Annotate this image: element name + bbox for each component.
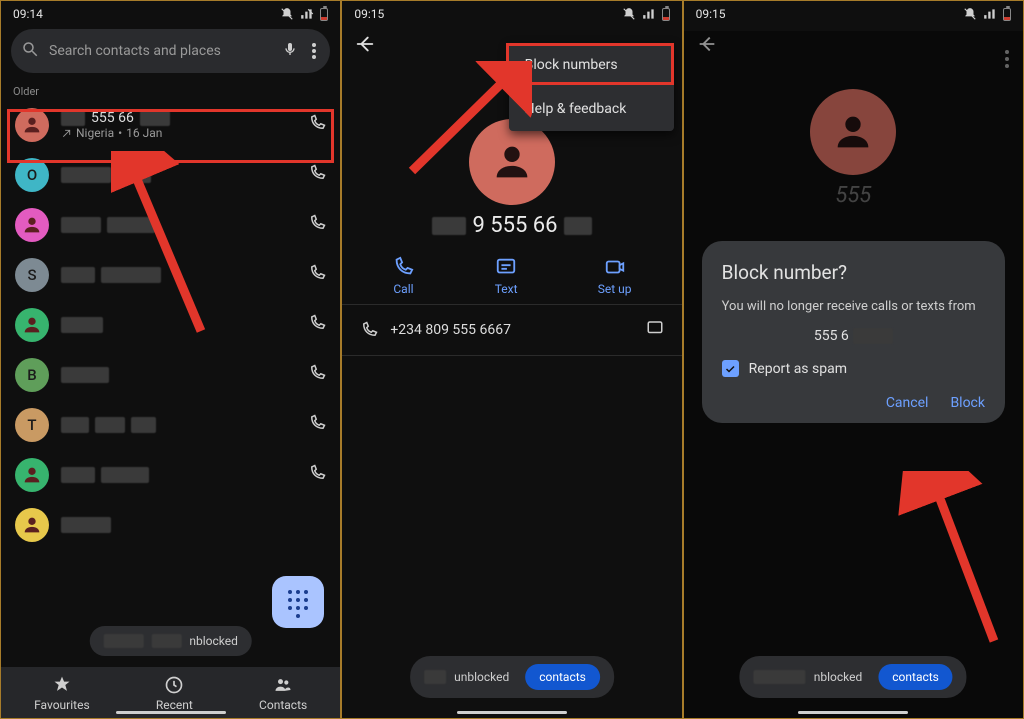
outgoing-arrow-icon (61, 128, 72, 139)
status-bar: 09:15 (342, 1, 681, 23)
dnd-off-icon (280, 7, 294, 21)
dialog-body: You will no longer receive calls or text… (722, 298, 985, 316)
call-row[interactable]: x x (1, 450, 340, 500)
unblocked-toast: xnblocked contacts (740, 656, 967, 698)
unblocked-toast: xxnblocked (89, 626, 252, 656)
call-number: 555 66 (91, 110, 134, 126)
call-row[interactable]: B x (1, 350, 340, 400)
menu-help-feedback[interactable]: Help & feedback (509, 87, 674, 131)
avatar-letter: T (15, 408, 49, 442)
call-row[interactable]: x (1, 500, 340, 542)
call-button-icon[interactable] (308, 164, 326, 186)
battery-icon (1003, 8, 1011, 21)
dialog-title: Block number? (722, 261, 985, 284)
call-button-icon[interactable] (308, 364, 326, 386)
dialog-cancel[interactable]: Cancel (886, 395, 929, 411)
toast-contacts-btn[interactable]: contacts (525, 664, 600, 690)
status-bar: 09:15 (684, 1, 1023, 23)
avatar-letter: S (15, 258, 49, 292)
location: Nigeria (76, 126, 114, 140)
search-icon (21, 40, 39, 62)
block-dialog: Block number? You will no longer receive… (702, 241, 1005, 423)
report-spam-checkbox[interactable]: Report as spam (722, 356, 985, 395)
phone-icon (360, 321, 378, 339)
overflow-menu: Block numbers Help & feedback (509, 43, 674, 131)
call-row[interactable]: xx555 66xxx Nigeria • 16 Jan (1, 100, 340, 150)
nav-contacts[interactable]: Contacts (259, 675, 307, 712)
panel-contact-detail: 09:15 Block numbers Help & feedback x 9 … (341, 0, 682, 719)
clock: 09:14 (13, 7, 43, 21)
nav-recent[interactable]: Recent (156, 675, 193, 712)
phone-number-row[interactable]: +234 809 555 6667 (342, 304, 681, 356)
gesture-bar (116, 711, 226, 714)
message-icon[interactable] (646, 319, 664, 341)
avatar-icon (15, 508, 49, 542)
gesture-bar (457, 711, 567, 714)
call-button-icon[interactable] (308, 114, 326, 136)
call-button-icon[interactable] (308, 214, 326, 236)
menu-block-numbers[interactable]: Block numbers (509, 43, 674, 87)
avatar-icon (15, 308, 49, 342)
avatar-icon (15, 108, 49, 142)
clock: 09:15 (696, 7, 726, 21)
dnd-off-icon (963, 7, 977, 21)
panel-recents: 09:14 Search contacts and places Older (0, 0, 341, 719)
call-date: 16 Jan (126, 126, 162, 140)
status-bar: 09:14 (1, 1, 340, 23)
back-button[interactable] (354, 33, 376, 59)
call-button-icon[interactable] (308, 314, 326, 336)
signal-icon (642, 7, 656, 21)
panel-block-dialog: 09:15 555 Block number? You will no long… (683, 0, 1024, 719)
search-placeholder: Search contacts and places (49, 43, 272, 59)
toast-contacts-btn[interactable]: contacts (878, 664, 953, 690)
call-button-icon[interactable] (308, 414, 326, 436)
contact-number: x 9 555 66 x (342, 213, 681, 238)
avatar-letter: O (15, 158, 49, 192)
battery-icon (662, 8, 670, 21)
call-button-icon[interactable] (308, 464, 326, 486)
avatar-icon (15, 458, 49, 492)
signal-icon (300, 7, 314, 21)
battery-icon (320, 8, 328, 21)
kebab-icon[interactable] (308, 43, 320, 59)
unblocked-toast: xunblocked contacts (410, 656, 614, 698)
nav-favourites[interactable]: Favourites (34, 675, 90, 712)
contact-avatar (469, 119, 555, 205)
avatar-letter: B (15, 358, 49, 392)
dnd-off-icon (622, 7, 636, 21)
action-call[interactable]: Call (392, 256, 414, 296)
call-row[interactable]: T x x x (1, 400, 340, 450)
clock: 09:15 (354, 7, 384, 21)
dialpad-fab[interactable] (272, 576, 324, 628)
dialog-block[interactable]: Block (950, 395, 985, 411)
call-row[interactable]: x (1, 300, 340, 350)
signal-icon (983, 7, 997, 21)
call-row[interactable]: O xxx xx (1, 150, 340, 200)
call-button-icon[interactable] (308, 264, 326, 286)
older-label: Older (1, 79, 340, 100)
action-setup[interactable]: Set up (598, 256, 632, 296)
search-bar[interactable]: Search contacts and places (11, 29, 330, 73)
call-row[interactable]: x x (1, 200, 340, 250)
gesture-bar (798, 711, 908, 714)
mic-icon[interactable] (282, 41, 298, 61)
avatar-icon (15, 208, 49, 242)
call-row[interactable]: S x xx (1, 250, 340, 300)
action-text[interactable]: Text (495, 256, 518, 296)
